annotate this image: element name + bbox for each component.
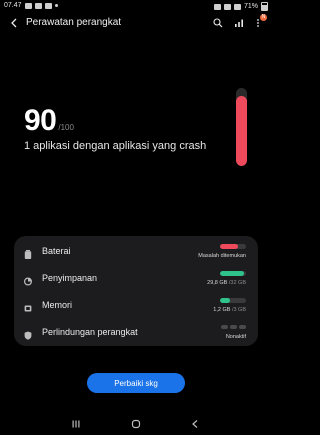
battery-icon: [24, 246, 32, 259]
status-battery-icon: [261, 2, 268, 11]
signal-stats-icon[interactable]: [232, 17, 246, 29]
row-status: Masalah ditemukan: [198, 253, 246, 259]
storage-used: 29,8 GB: [207, 280, 228, 286]
indicator-segment: [230, 325, 237, 329]
alarm-icon: [213, 3, 221, 10]
memory-used: 1,2 GB: [213, 307, 231, 313]
optimization-card: Baterai Masalah ditemukan Penyimpanan 29…: [14, 236, 258, 346]
row-label: Perlindungan perangkat: [42, 327, 138, 337]
battery-percent: 71%: [243, 3, 258, 10]
memory-bar: [220, 298, 246, 303]
search-icon[interactable]: [211, 17, 225, 29]
storage-icon: [23, 273, 33, 286]
whatsapp-icon: [44, 2, 52, 9]
status-left: 07.47: [4, 2, 58, 9]
battery-bar-fill: [220, 244, 239, 249]
navigation-bar: [0, 412, 272, 435]
row-device-protection[interactable]: Perlindungan perangkat Nonaktif: [14, 319, 258, 345]
more-notifications-dot-icon: [54, 4, 58, 7]
memory-bar-fill: [220, 298, 231, 303]
memory-icon: [24, 300, 32, 312]
page-title: Perawatan perangkat: [26, 17, 122, 28]
row-memory[interactable]: Memori 1,2 GB /3 GB: [14, 292, 258, 318]
score-display: 90 /100: [24, 104, 74, 138]
cell-signal-icon: [233, 3, 241, 10]
status-bar: 07.47 71%: [0, 0, 272, 12]
row-status: 29,8 GB /32 GB: [207, 280, 246, 286]
app-bar: Perawatan perangkat N: [0, 12, 272, 34]
row-status: Nonaktif: [225, 334, 246, 340]
score-gauge: [236, 88, 247, 166]
status-time: 07.47: [4, 2, 22, 9]
notification-badge: N: [260, 14, 267, 21]
memory-total: /3 GB: [231, 307, 246, 313]
row-status: 1,2 GB /3 GB: [213, 307, 246, 313]
nav-back-icon[interactable]: [188, 418, 202, 430]
row-battery[interactable]: Baterai Masalah ditemukan: [14, 238, 258, 264]
recent-apps-icon[interactable]: [69, 418, 83, 430]
score-value: 90: [24, 104, 57, 137]
status-right: 71%: [213, 2, 268, 11]
score-gauge-fill: [236, 95, 247, 166]
row-label: Baterai: [42, 246, 71, 256]
indicator-segment: [221, 325, 228, 329]
storage-bar-fill: [220, 271, 245, 276]
row-storage[interactable]: Penyimpanan 29,8 GB /32 GB: [14, 265, 258, 291]
row-label: Penyimpanan: [42, 273, 98, 283]
shield-icon: [24, 327, 32, 340]
indicator-segment: [239, 325, 246, 329]
chat-notification-icon: [34, 2, 42, 9]
notification-icon: [24, 2, 32, 9]
fix-now-button[interactable]: Perbaiki skg: [87, 373, 185, 393]
row-label: Memori: [42, 300, 73, 310]
storage-total: /32 GB: [228, 280, 246, 286]
storage-bar: [220, 271, 246, 276]
wifi-icon: [223, 3, 231, 10]
protection-indicator: [221, 325, 246, 329]
more-vertical-icon[interactable]: N: [251, 14, 267, 29]
score-message: 1 aplikasi dengan aplikasi yang crash: [24, 140, 207, 152]
score-max: /100: [58, 123, 74, 132]
back-arrow-icon[interactable]: [8, 16, 20, 30]
home-icon[interactable]: [129, 418, 143, 430]
battery-bar: [220, 244, 246, 249]
